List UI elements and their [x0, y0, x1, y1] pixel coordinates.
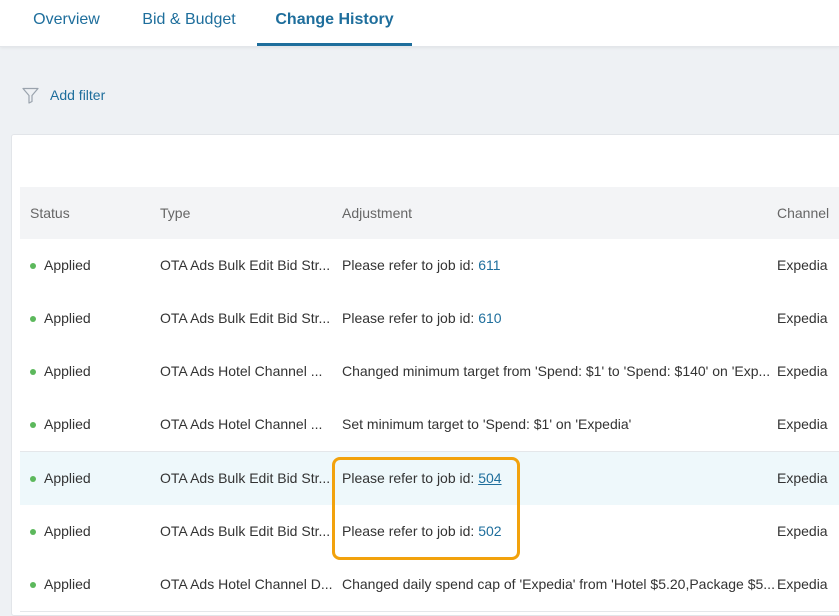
job-id-link[interactable]: 502 [478, 523, 501, 539]
tab-change-history[interactable]: Change History [257, 0, 412, 46]
type-cell: OTA Ads Bulk Edit Bid Str... [160, 310, 331, 326]
status-cell: Applied [44, 257, 91, 273]
channel-cell: Expedia [777, 576, 828, 592]
adjustment-text: Please refer to job id: [342, 257, 479, 273]
job-id-link[interactable]: 610 [478, 310, 501, 326]
status-cell: Applied [44, 416, 91, 432]
channel-cell: Expedia [777, 257, 828, 273]
channel-cell: Expedia [777, 523, 828, 539]
channel-cell: Expedia [777, 470, 828, 486]
status-dot-icon [30, 422, 36, 428]
adjustment-cell: Please refer to job id: 611 [342, 239, 501, 291]
status-dot-icon [30, 263, 36, 269]
column-header-channel[interactable]: Channel [777, 187, 829, 239]
adjustment-text: Changed minimum target from 'Spend: $1' … [342, 363, 771, 379]
adjustment-cell: Set minimum target to 'Spend: $1' on 'Ex… [342, 398, 631, 450]
adjustment-text: Please refer to job id: [342, 523, 479, 539]
channel-cell: Expedia [777, 416, 828, 432]
table-row[interactable]: Applied OTA Ads Bulk Edit Bid Str... Pleas… [20, 505, 839, 559]
tab-change-history-label: Change History [275, 11, 394, 28]
add-filter-label: Add filter [50, 87, 106, 103]
status-dot-icon [30, 476, 36, 482]
adjustment-text: Changed daily spend cap of 'Expedia' fro… [342, 576, 775, 592]
adjustment-cell: Changed minimum target from 'Spend: $1' … [342, 345, 770, 397]
status-dot-icon [30, 529, 36, 535]
column-header-type[interactable]: Type [160, 187, 190, 239]
table-row[interactable]: Applied OTA Ads Bulk Edit Bid Str... Pleas… [20, 292, 839, 346]
status-cell: Applied [44, 363, 91, 379]
status-dot-icon [30, 369, 36, 375]
channel-cell: Expedia [777, 363, 828, 379]
job-id-link[interactable]: 504 [478, 470, 501, 486]
status-cell: Applied [44, 523, 91, 539]
status-cell: Applied [44, 470, 91, 486]
funnel-icon [22, 87, 39, 104]
status-dot-icon [30, 582, 36, 588]
table-row[interactable]: Applied OTA Ads Hotel Channel ... Set mini… [20, 398, 839, 452]
channel-cell: Expedia [777, 310, 828, 326]
job-id-link[interactable]: 611 [478, 257, 500, 273]
table-row[interactable]: Applied OTA Ads Hotel Channel D... Changed… [20, 558, 839, 612]
adjustment-text: Set minimum target to 'Spend: $1' on 'Ex… [342, 416, 632, 432]
adjustment-cell: Changed daily spend cap of 'Expedia' fro… [342, 558, 775, 610]
table-row[interactable]: Applied OTA Ads Bulk Edit Bid Str... Pleas… [20, 239, 839, 293]
status-dot-icon [30, 316, 36, 322]
type-cell: OTA Ads Hotel Channel ... [160, 363, 323, 379]
tab-overview[interactable]: Overview [33, 0, 100, 46]
active-tab-indicator [257, 43, 412, 46]
adjustment-text: Please refer to job id: [342, 310, 479, 326]
column-header-status[interactable]: Status [30, 187, 70, 239]
type-cell: OTA Ads Hotel Channel D... [160, 576, 333, 592]
type-cell: OTA Ads Bulk Edit Bid Str... [160, 470, 331, 486]
status-cell: Applied [44, 576, 91, 592]
adjustment-cell: Please refer to job id: 504 [342, 452, 502, 504]
adjustment-cell: Please refer to job id: 502 [342, 505, 502, 557]
tab-bid-budget[interactable]: Bid & Budget [142, 0, 236, 46]
table-row[interactable]: Applied OTA Ads Hotel Channel ... Changed … [20, 345, 839, 399]
adjustment-cell: Please refer to job id: 610 [342, 292, 502, 344]
type-cell: OTA Ads Bulk Edit Bid Str... [160, 257, 331, 273]
type-cell: OTA Ads Hotel Channel ... [160, 416, 323, 432]
column-header-adjustment[interactable]: Adjustment [342, 187, 412, 239]
status-cell: Applied [44, 310, 91, 326]
add-filter-button[interactable]: Add filter [22, 84, 105, 106]
tab-bar: Overview Bid & Budget Change History [0, 0, 839, 47]
table-row[interactable]: Applied OTA Ads Bulk Edit Bid Str... Pleas… [20, 452, 839, 506]
adjustment-text: Please refer to job id: [342, 470, 479, 486]
type-cell: OTA Ads Bulk Edit Bid Str... [160, 523, 331, 539]
table-header: Status Type Adjustment Channel [20, 187, 839, 239]
